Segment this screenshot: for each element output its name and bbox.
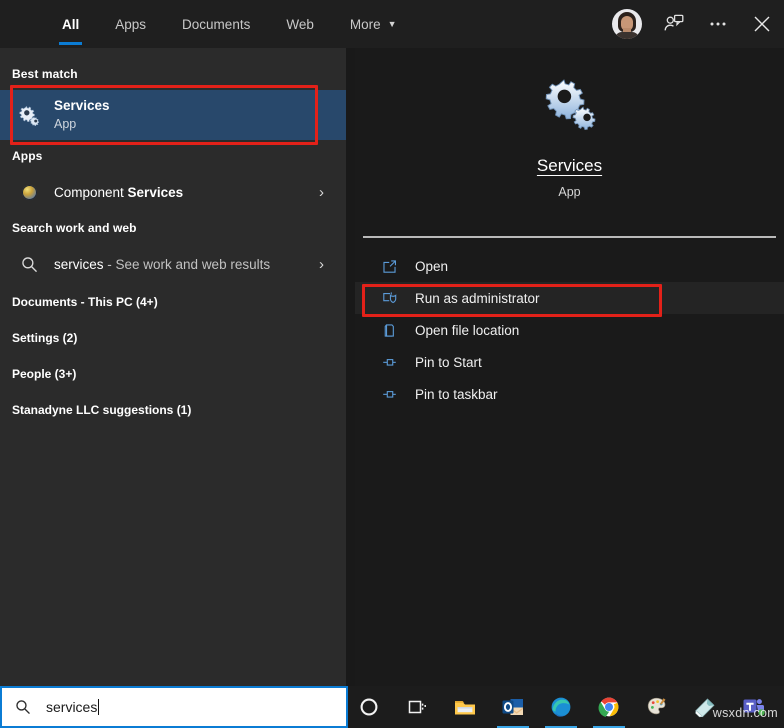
search-flyout-screen: All Apps Documents Web More ▼ Best match…	[0, 0, 784, 728]
results-pane: Best match Services App Apps Component S…	[0, 48, 346, 686]
outlook-icon[interactable]	[497, 694, 529, 728]
search-tabs: All Apps Documents Web More ▼	[44, 0, 415, 48]
globe-icon	[12, 184, 46, 200]
preview-actions: Open Run as administrator Open file loca…	[355, 238, 784, 410]
shield-window-icon	[381, 290, 407, 307]
tab-documents-label: Documents	[182, 16, 251, 32]
category-people[interactable]: People (3+)	[0, 356, 346, 392]
edge-icon[interactable]	[545, 694, 577, 728]
file-explorer-icon[interactable]	[452, 694, 478, 720]
folder-icon	[381, 322, 407, 339]
pin-icon	[381, 354, 407, 371]
component-services-title: Component Services	[54, 184, 184, 200]
pin-icon-taskbar	[381, 386, 407, 403]
watermark: wsxdn.com	[712, 706, 778, 720]
tabbar-actions	[612, 0, 774, 48]
action-open-label: Open	[415, 258, 449, 274]
tab-all[interactable]: All	[44, 0, 97, 48]
tab-web[interactable]: Web	[268, 0, 332, 48]
web-header: Search work and web	[12, 221, 137, 235]
chevron-down-icon: ▼	[387, 19, 397, 29]
category-documents[interactable]: Documents - This PC (4+)	[0, 284, 346, 320]
gears-icon	[12, 104, 46, 126]
action-pin-to-start-label: Pin to Start	[415, 354, 482, 370]
category-org-suggestions[interactable]: Stanadyne LLC suggestions (1)	[0, 392, 346, 428]
avatar-body	[615, 32, 639, 39]
taskbar-icons	[356, 686, 766, 728]
action-open-file-location[interactable]: Open file location	[355, 314, 784, 346]
chevron-right-icon-web[interactable]: ›	[319, 256, 336, 273]
web-search-title: services - See work and web results	[54, 256, 271, 272]
search-icon	[12, 255, 46, 274]
result-item-subtitle: App	[54, 117, 77, 131]
chevron-right-icon[interactable]: ›	[319, 184, 336, 201]
action-pin-to-start[interactable]: Pin to Start	[355, 346, 784, 378]
apps-header: Apps	[12, 149, 43, 163]
tab-documents[interactable]: Documents	[164, 0, 268, 48]
component-services-match: Services	[127, 184, 184, 200]
action-pin-to-taskbar[interactable]: Pin to taskbar	[355, 378, 784, 410]
tab-more[interactable]: More ▼	[332, 0, 415, 48]
web-search-texts: services - See work and web results	[54, 256, 270, 273]
taskbar: services wsxdn.com	[0, 686, 784, 728]
text-cursor	[98, 699, 100, 715]
chrome-icon[interactable]	[593, 694, 625, 728]
gears-icon-large	[545, 79, 595, 130]
action-pin-to-taskbar-label: Pin to taskbar	[415, 386, 498, 402]
preview-header: Services App	[355, 48, 784, 236]
task-view-icon[interactable]	[404, 694, 430, 720]
tab-more-label: More	[349, 16, 381, 32]
action-run-as-administrator[interactable]: Run as administrator	[355, 282, 784, 314]
search-icon-taskbar	[14, 698, 32, 716]
result-item-web-search[interactable]: services - See work and web results ›	[0, 244, 346, 284]
cortana-icon[interactable]	[356, 694, 382, 720]
preview-pane: Services App Open Run as administrator O…	[346, 48, 784, 686]
tab-apps[interactable]: Apps	[97, 0, 164, 48]
close-icon[interactable]	[750, 12, 774, 36]
preview-pane-inner: Services App Open Run as administrator O…	[355, 48, 784, 686]
result-item-texts: Services App	[54, 97, 110, 133]
result-item-services[interactable]: Services App	[0, 90, 346, 140]
open-window-icon	[381, 258, 407, 275]
search-tabbar: All Apps Documents Web More ▼	[0, 0, 784, 48]
result-item-component-services[interactable]: Component Services ›	[0, 172, 346, 212]
action-open-file-location-label: Open file location	[415, 322, 520, 338]
action-run-as-administrator-label: Run as administrator	[415, 290, 540, 306]
tab-all-label: All	[62, 16, 80, 32]
tab-apps-label: Apps	[115, 16, 147, 32]
category-settings[interactable]: Settings (2)	[0, 320, 346, 356]
action-open[interactable]: Open	[355, 250, 784, 282]
avatar[interactable]	[612, 9, 642, 39]
ellipsis-icon[interactable]	[706, 12, 730, 36]
feedback-icon[interactable]	[662, 12, 686, 36]
paint-icon[interactable]	[644, 694, 670, 720]
preview-app-name[interactable]: Services	[537, 156, 602, 176]
result-item-title: Services	[54, 98, 110, 113]
tab-web-label: Web	[286, 16, 314, 32]
preview-app-type: App	[558, 185, 581, 199]
search-input-value: services	[46, 699, 100, 715]
best-match-header: Best match	[12, 67, 78, 81]
component-services-texts: Component Services	[54, 184, 183, 201]
search-input[interactable]: services	[0, 686, 348, 728]
